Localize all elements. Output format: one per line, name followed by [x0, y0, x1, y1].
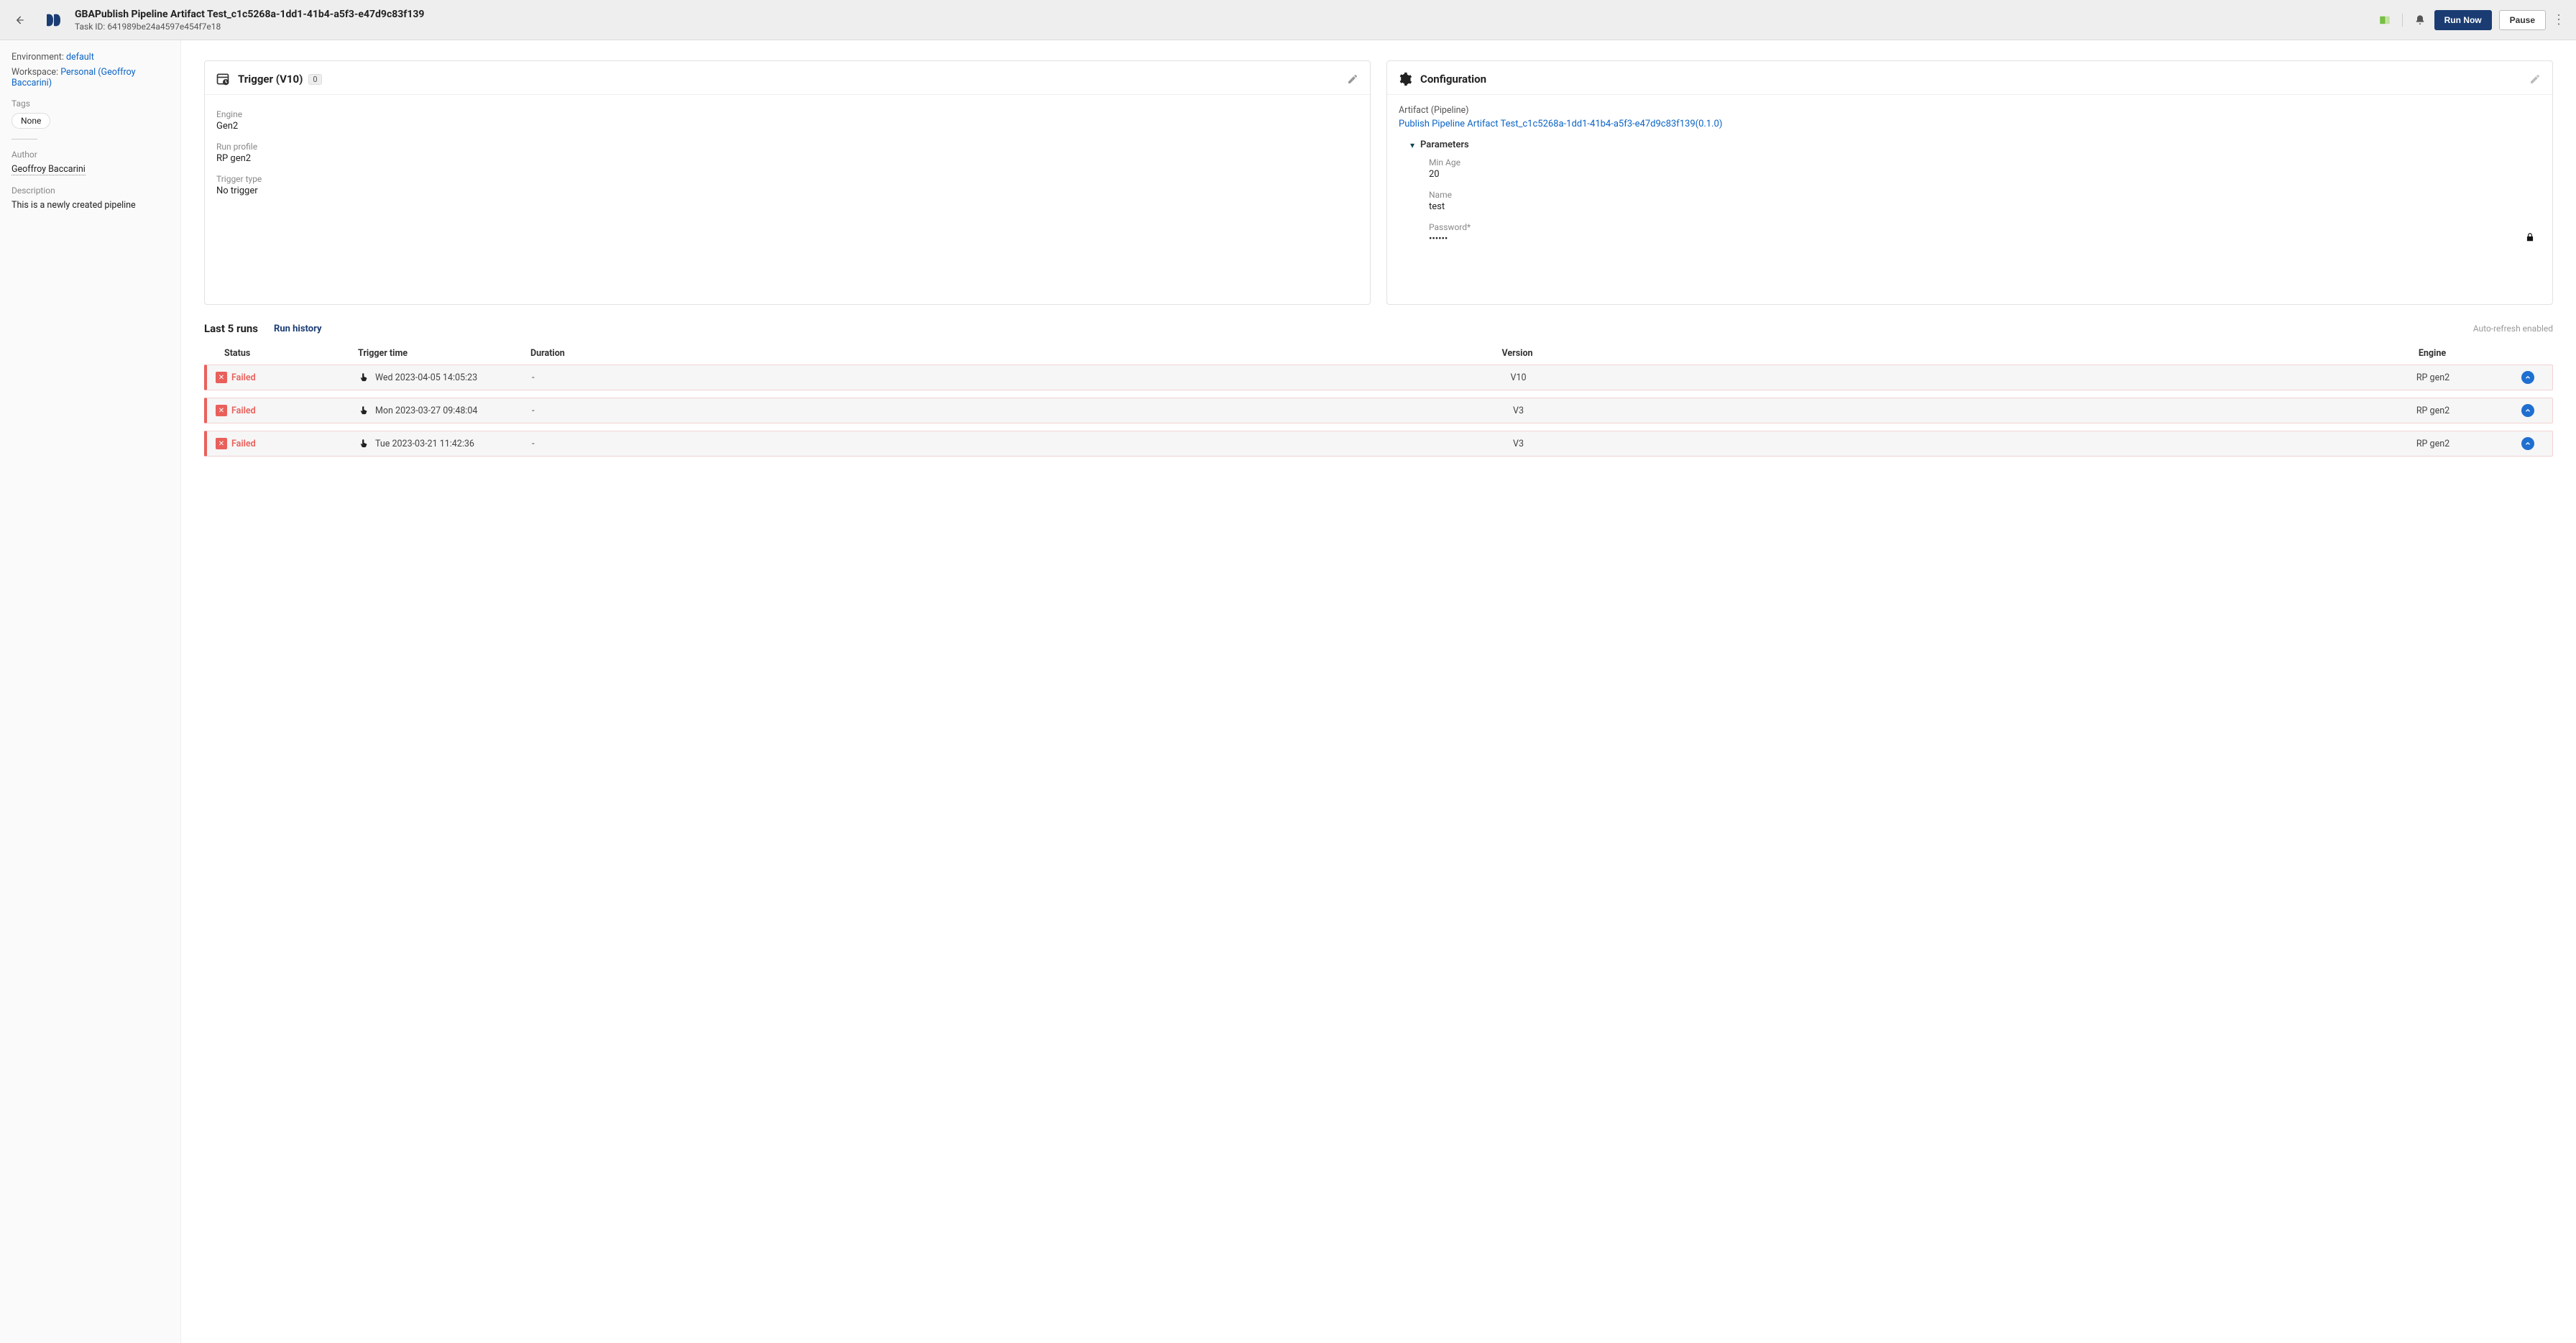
chevron-up-icon	[2524, 407, 2531, 414]
chevron-down-icon[interactable]: ▾	[1410, 140, 1414, 150]
failed-icon: ✕	[216, 438, 227, 449]
expand-row-button[interactable]	[2521, 404, 2534, 417]
auto-refresh-label: Auto-refresh enabled	[2473, 324, 2553, 334]
trigger-card-title: Trigger (V10)	[238, 73, 303, 86]
trigger-card: Trigger (V10) 0 Engine Gen2 Run profile …	[204, 60, 1371, 305]
configuration-card: Configuration Artifact (Pipeline) Publis…	[1386, 60, 2553, 305]
page-title: GBAPublish Pipeline Artifact Test_c1c526…	[75, 9, 2375, 20]
topbar-actions: Run Now Pause ⋮	[2375, 10, 2567, 30]
expand-row-button[interactable]	[2521, 437, 2534, 450]
sidebar: Environment: default Workspace: Personal…	[0, 40, 181, 1343]
calendar-schedule-icon	[215, 71, 231, 87]
status-text: Failed	[231, 439, 256, 449]
chevron-up-icon	[2524, 440, 2531, 447]
trigger-time: Tue 2023-03-21 11:42:36	[375, 439, 474, 449]
profile-value: RP gen2	[216, 153, 1358, 164]
edit-config-button[interactable]	[2529, 73, 2541, 85]
minage-label: Min Age	[1429, 157, 2541, 168]
artifact-label: Artifact (Pipeline)	[1399, 105, 2541, 116]
engine-cell: RP gen2	[2354, 439, 2512, 449]
run-row[interactable]: ✕ Failed Wed 2023-04-05 14:05:23 - V10 R…	[204, 365, 2553, 390]
password-label: Password*	[1429, 222, 2519, 232]
parameters-title: Parameters	[1420, 139, 1469, 150]
version-cell: V10	[683, 372, 2354, 383]
description-value: This is a newly created pipeline	[12, 200, 169, 211]
last-runs-title: Last 5 runs	[204, 322, 258, 335]
trigger-type-value: No trigger	[216, 185, 1358, 196]
minage-value: 20	[1429, 169, 2541, 180]
env-link[interactable]: default	[66, 52, 94, 63]
author-value: Geoffroy Baccarini	[12, 164, 86, 175]
bell-icon[interactable]	[2410, 10, 2430, 30]
col-version: Version	[681, 348, 2353, 359]
run-history-link[interactable]: Run history	[274, 324, 322, 334]
engine-cell: RP gen2	[2354, 405, 2512, 416]
col-duration: Duration	[530, 348, 681, 359]
failed-icon: ✕	[216, 372, 227, 383]
workspace-label: Workspace:	[12, 67, 58, 78]
manual-trigger-icon	[359, 405, 369, 416]
col-engine: Engine	[2353, 348, 2511, 359]
col-trigger: Trigger time	[358, 348, 530, 359]
tag-chip-none: None	[12, 113, 50, 129]
configuration-title: Configuration	[1420, 73, 1486, 86]
version-cell: V3	[683, 405, 2354, 416]
description-label: Description	[12, 185, 169, 196]
engine-value: Gen2	[216, 121, 1358, 132]
status-text: Failed	[231, 405, 256, 416]
edit-trigger-button[interactable]	[1347, 73, 1358, 85]
app-logo	[43, 10, 63, 30]
run-now-button[interactable]: Run Now	[2434, 10, 2492, 30]
env-label: Environment:	[12, 52, 64, 63]
runs-container: ✕ Failed Wed 2023-04-05 14:05:23 - V10 R…	[204, 365, 2553, 457]
back-button[interactable]	[9, 10, 29, 30]
artifact-link[interactable]: Publish Pipeline Artifact Test_c1c5268a-…	[1399, 119, 2541, 129]
manual-trigger-icon	[359, 438, 369, 449]
top-bar: GBAPublish Pipeline Artifact Test_c1c526…	[0, 0, 2576, 40]
engine-label: Engine	[216, 109, 1358, 119]
pencil-icon	[2529, 73, 2541, 85]
runs-header: Last 5 runs Run history Auto-refresh ena…	[204, 322, 2553, 335]
main-content: Trigger (V10) 0 Engine Gen2 Run profile …	[181, 40, 2576, 1343]
trigger-time: Wed 2023-04-05 14:05:23	[375, 372, 477, 383]
divider	[2402, 14, 2403, 27]
name-value: test	[1429, 201, 2541, 212]
trigger-type-label: Trigger type	[216, 174, 1358, 184]
engine-cell: RP gen2	[2354, 372, 2512, 383]
runs-table-header: Status Trigger time Duration Version Eng…	[204, 342, 2553, 365]
status-text: Failed	[231, 372, 256, 383]
run-row[interactable]: ✕ Failed Tue 2023-03-21 11:42:36 - V3 RP…	[204, 431, 2553, 457]
trigger-count-badge: 0	[308, 74, 321, 85]
more-menu[interactable]: ⋮	[2550, 12, 2567, 27]
export-icon[interactable]	[2375, 10, 2395, 30]
col-status: Status	[214, 348, 358, 359]
duration-cell: -	[532, 372, 683, 383]
chevron-up-icon	[2524, 374, 2531, 381]
version-cell: V3	[683, 439, 2354, 449]
tags-label: Tags	[12, 98, 169, 109]
author-label: Author	[12, 150, 169, 160]
run-row[interactable]: ✕ Failed Mon 2023-03-27 09:48:04 - V3 RP…	[204, 398, 2553, 423]
task-id-line: Task ID: 641989be24a4597e454f7e18	[75, 22, 2375, 32]
pause-button[interactable]: Pause	[2499, 10, 2546, 30]
trigger-time: Mon 2023-03-27 09:48:04	[375, 405, 477, 416]
duration-cell: -	[532, 439, 683, 449]
pencil-icon	[1347, 73, 1358, 85]
expand-row-button[interactable]	[2521, 371, 2534, 384]
manual-trigger-icon	[359, 372, 369, 383]
lock-icon	[2525, 232, 2535, 242]
title-block: GBAPublish Pipeline Artifact Test_c1c526…	[75, 9, 2375, 32]
failed-icon: ✕	[216, 405, 227, 416]
profile-label: Run profile	[216, 142, 1358, 152]
duration-cell: -	[532, 405, 683, 416]
name-label: Name	[1429, 190, 2541, 200]
password-value: ••••••	[1429, 234, 2519, 244]
gear-icon	[1397, 71, 1413, 87]
